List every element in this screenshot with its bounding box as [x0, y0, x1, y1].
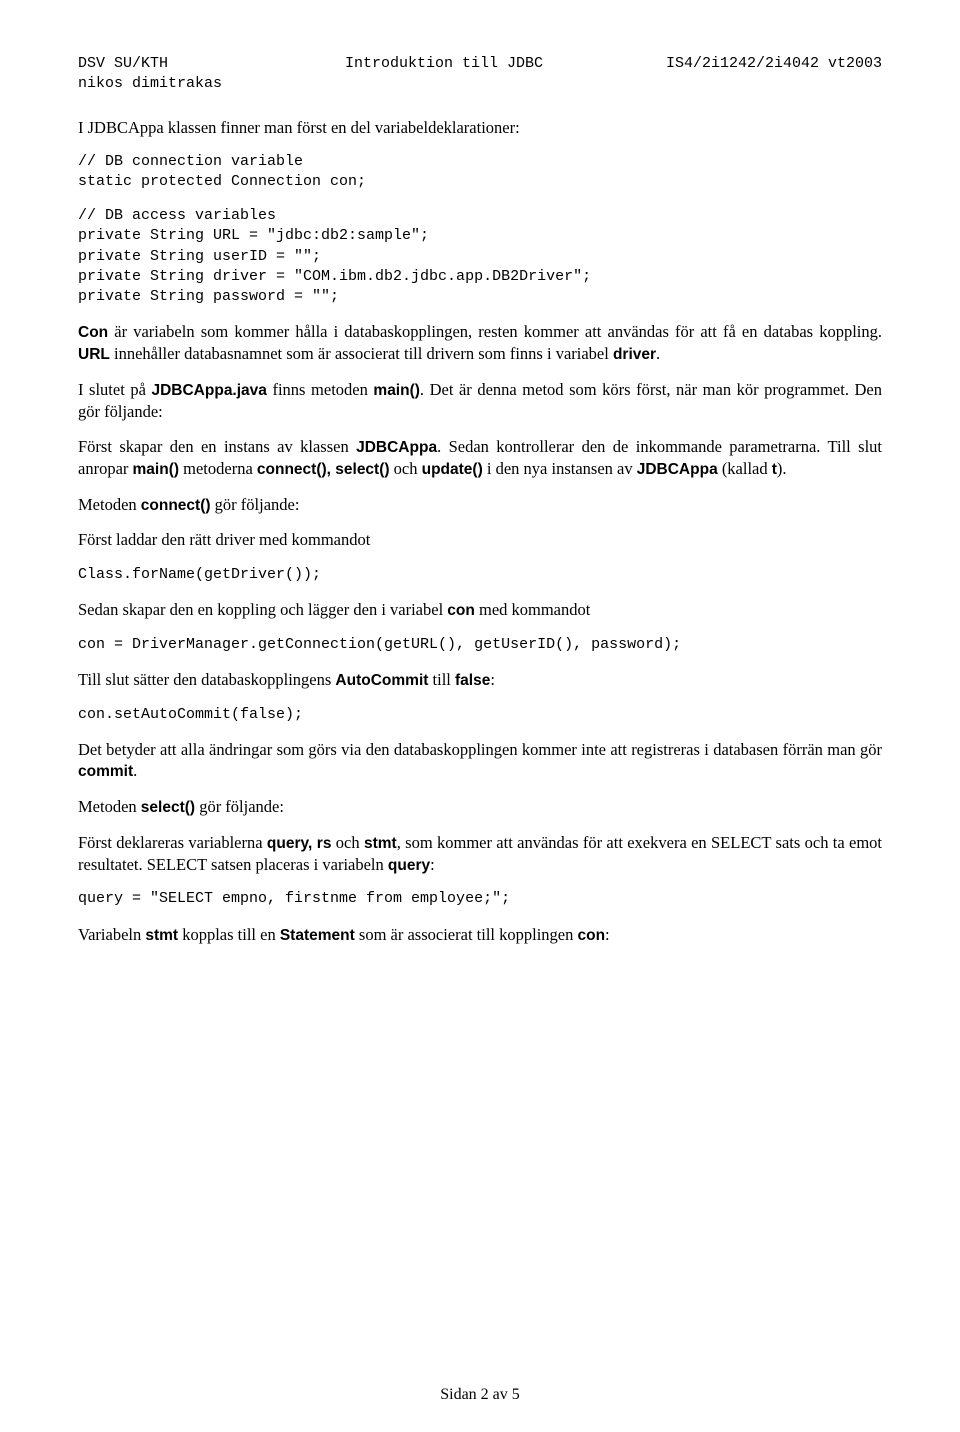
- page-content: I JDBCAppa klassen finner man först en d…: [78, 117, 882, 946]
- paragraph-declarations: Först deklareras variablerna query, rs o…: [78, 832, 882, 876]
- text: gör följande:: [211, 495, 300, 514]
- bold-main2: main(): [133, 461, 180, 478]
- text: i den nya instansen av: [483, 459, 637, 478]
- intro-text: I JDBCAppa klassen finner man först en d…: [78, 117, 882, 138]
- text: finns metoden: [267, 380, 373, 399]
- code-getconnection: con = DriverManager.getConnection(getURL…: [78, 635, 882, 655]
- text: metoderna: [179, 459, 257, 478]
- paragraph-coupling: Sedan skapar den en koppling och lägger …: [78, 599, 882, 621]
- paragraph-load-driver: Först laddar den rätt driver med kommand…: [78, 529, 882, 550]
- text: :: [430, 855, 435, 874]
- code-connection-var: // DB connection variable static protect…: [78, 152, 882, 193]
- paragraph-autocommit: Till slut sätter den databaskopplingens …: [78, 669, 882, 691]
- bold-con3: con: [577, 927, 605, 944]
- paragraph-meaning: Det betyder att alla ändringar som görs …: [78, 739, 882, 782]
- paragraph-instance: Först skapar den en instans av klassen J…: [78, 436, 882, 480]
- text: gör följande:: [195, 797, 284, 816]
- page: DSV SU/KTH nikos dimitrakas Introduktion…: [0, 0, 960, 1432]
- bold-query-rs: query, rs: [267, 835, 332, 852]
- paragraph-select-heading: Metoden select() gör följande:: [78, 796, 882, 818]
- bold-commit: commit: [78, 763, 133, 780]
- bold-connect-select: connect(), select(): [257, 461, 390, 478]
- text: är variabeln som kommer hålla i databask…: [108, 322, 882, 341]
- text: :: [490, 670, 495, 689]
- text: med kommandot: [475, 600, 590, 619]
- bold-autocommit: AutoCommit: [335, 672, 428, 689]
- text: Först skapar den en instans av klassen: [78, 437, 356, 456]
- paragraph-connect-heading: Metoden connect() gör följande:: [78, 494, 882, 516]
- text: (kallad: [718, 459, 772, 478]
- paragraph-con: Con är variabeln som kommer hålla i data…: [78, 321, 882, 365]
- text: :: [605, 925, 610, 944]
- header-left-line1: DSV SU/KTH: [78, 55, 168, 72]
- code-access-vars: // DB access variables private String UR…: [78, 206, 882, 307]
- header-left-line2: nikos dimitrakas: [78, 75, 222, 92]
- bold-query: query: [388, 857, 430, 874]
- text: Variabeln: [78, 925, 145, 944]
- code-setautocommit: con.setAutoCommit(false);: [78, 705, 882, 725]
- text: .: [656, 344, 660, 363]
- bold-jdbcappa: JDBCAppa: [356, 439, 437, 456]
- paragraph-main: I slutet på JDBCAppa.java finns metoden …: [78, 379, 882, 422]
- text: Sedan skapar den en koppling och lägger …: [78, 600, 447, 619]
- bold-stmt: stmt: [364, 835, 397, 852]
- text: och: [390, 459, 422, 478]
- header-left: DSV SU/KTH nikos dimitrakas: [78, 54, 222, 95]
- text: Till slut sätter den databaskopplingens: [78, 670, 335, 689]
- header-right: IS4/2i1242/2i4042 vt2003: [666, 54, 882, 95]
- text: Metoden: [78, 495, 141, 514]
- bold-url: URL: [78, 346, 110, 363]
- code-forname: Class.forName(getDriver());: [78, 565, 882, 585]
- text: I slutet på: [78, 380, 151, 399]
- text: ).: [777, 459, 787, 478]
- bold-statement: Statement: [280, 927, 355, 944]
- text: Metoden: [78, 797, 141, 816]
- text: Det betyder att alla ändringar som görs …: [78, 740, 882, 759]
- bold-update: update(): [422, 461, 483, 478]
- code-query: query = "SELECT empno, firstnme from emp…: [78, 889, 882, 909]
- text: .: [133, 761, 137, 780]
- text: innehåller databasnamnet som är associer…: [110, 344, 613, 363]
- paragraph-stmt: Variabeln stmt kopplas till en Statement…: [78, 924, 882, 946]
- page-footer: Sidan 2 av 5: [0, 1386, 960, 1404]
- bold-driver: driver: [613, 346, 656, 363]
- bold-stmt2: stmt: [145, 927, 178, 944]
- text: till: [428, 670, 455, 689]
- bold-false: false: [455, 672, 490, 689]
- bold-select: select(): [141, 799, 195, 816]
- header-center: Introduktion till JDBC: [345, 54, 543, 95]
- bold-con2: con: [447, 602, 475, 619]
- page-header: DSV SU/KTH nikos dimitrakas Introduktion…: [78, 54, 882, 95]
- bold-connect: connect(): [141, 497, 211, 514]
- text: och: [331, 833, 364, 852]
- text: som är associerat till kopplingen: [355, 925, 578, 944]
- text: kopplas till en: [178, 925, 280, 944]
- bold-jdbcappa-java: JDBCAppa.java: [151, 382, 266, 399]
- bold-jdbcappa2: JDBCAppa: [637, 461, 718, 478]
- bold-con: Con: [78, 324, 108, 341]
- text: Först deklareras variablerna: [78, 833, 267, 852]
- bold-main: main(): [373, 382, 420, 399]
